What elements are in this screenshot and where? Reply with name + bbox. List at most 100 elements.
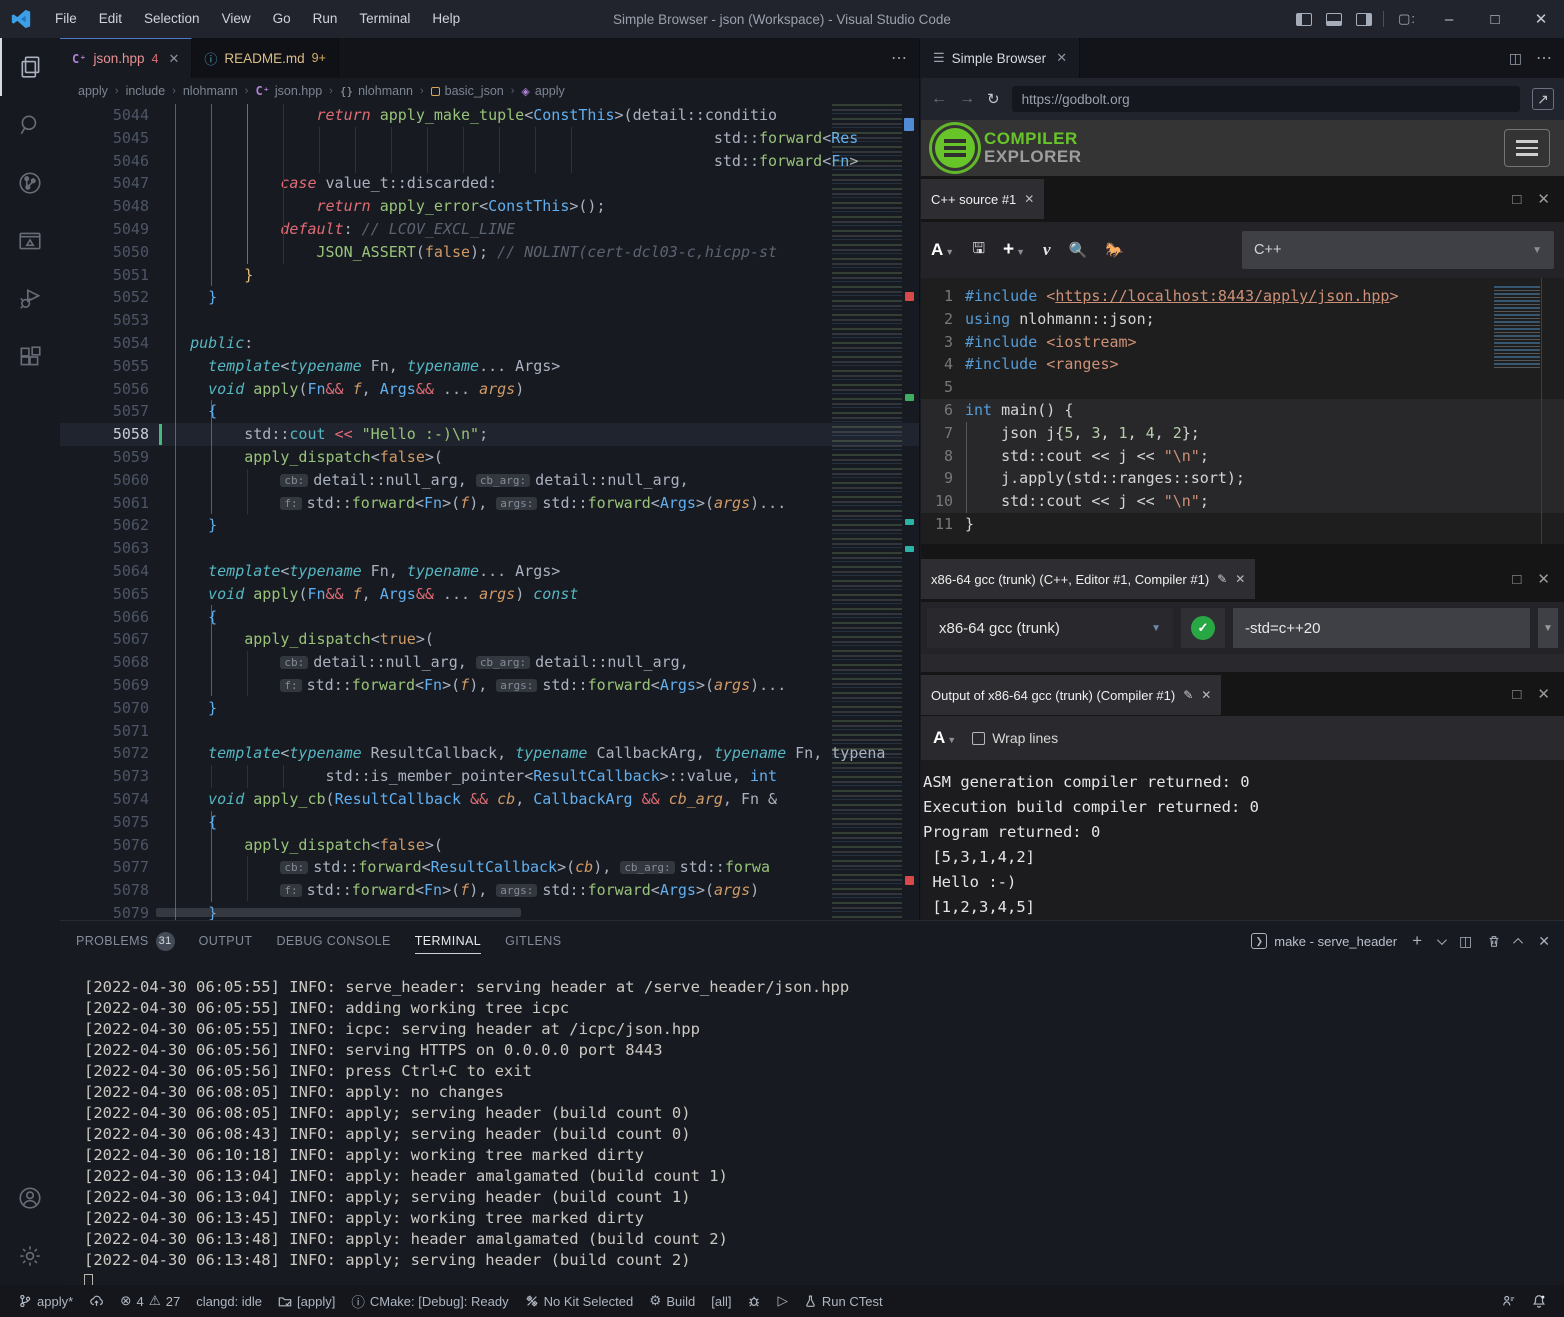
minimap[interactable]: [832, 104, 902, 920]
build-target-item[interactable]: [all]: [703, 1285, 739, 1317]
menu-help[interactable]: Help: [421, 0, 471, 38]
tab-problems[interactable]: PROBLEMS 31: [76, 921, 175, 961]
hamburger-menu-icon[interactable]: [1504, 129, 1550, 167]
cmake-icon[interactable]: [0, 212, 60, 270]
tab-output[interactable]: OUTPUT: [199, 921, 253, 961]
toggle-sidebar-icon[interactable]: [1296, 13, 1312, 26]
source-minimap[interactable]: [1494, 286, 1540, 368]
chevron-down-icon[interactable]: ▼: [1538, 608, 1558, 648]
reload-icon[interactable]: ↻: [987, 90, 1000, 108]
settings-gear-icon[interactable]: [0, 1227, 60, 1285]
tab-terminal[interactable]: TERMINAL: [415, 921, 481, 961]
url-input[interactable]: https://godbolt.org: [1012, 86, 1520, 112]
feedback-item[interactable]: [1493, 1285, 1524, 1317]
back-icon[interactable]: ←: [931, 90, 947, 108]
edit-icon[interactable]: ✎: [1217, 572, 1227, 586]
source-scrollbar[interactable]: [1541, 278, 1542, 544]
add-pane-button[interactable]: +▼: [1003, 239, 1025, 261]
breadcrumb-item[interactable]: basic_json: [445, 84, 504, 98]
clangd-status-item[interactable]: clangd: idle: [188, 1285, 270, 1317]
more-actions-icon[interactable]: ⋯: [891, 48, 907, 68]
close-tab-icon[interactable]: ✕: [168, 51, 179, 67]
close-tab-icon[interactable]: ✕: [1056, 50, 1067, 66]
kill-terminal-icon[interactable]: [1487, 934, 1501, 948]
problems-item[interactable]: ⊗ 4 ⚠ 27: [112, 1285, 188, 1317]
terminal[interactable]: [2022-04-30 06:05:55] INFO: serve_header…: [84, 963, 1554, 1285]
git-branch-item[interactable]: apply*: [10, 1285, 81, 1317]
font-size-button[interactable]: A▼: [933, 728, 956, 748]
close-pane-icon[interactable]: ✕: [1537, 190, 1550, 208]
menu-view[interactable]: View: [211, 0, 262, 38]
launch-item[interactable]: ▷: [769, 1285, 795, 1317]
font-size-button[interactable]: A▼: [931, 240, 954, 260]
extensions-icon[interactable]: [0, 328, 60, 386]
tab-debug-console[interactable]: DEBUG CONSOLE: [276, 921, 390, 961]
tab-simple-browser[interactable]: ☰ Simple Browser ✕: [921, 38, 1080, 78]
breadcrumb-item[interactable]: nlohmann: [183, 84, 238, 98]
cmake-status-item[interactable]: ⓘ CMake: [Debug]: Ready: [343, 1285, 516, 1317]
maximize-panel-icon[interactable]: [1513, 937, 1523, 947]
code-editor[interactable]: 5044 return apply_make_tuple<ConstThis>(…: [60, 104, 919, 920]
terminal-session[interactable]: ❯ make - serve_header: [1251, 933, 1397, 949]
notifications-item[interactable]: [1524, 1285, 1554, 1317]
maximize-pane-icon[interactable]: □: [1512, 191, 1521, 208]
search-icon[interactable]: [0, 96, 60, 154]
godbolt-source-editor[interactable]: 1#include <https://localhost:8443/apply/…: [921, 278, 1564, 544]
split-editor-icon[interactable]: ◫: [1509, 50, 1522, 67]
horizontal-scrollbar[interactable]: [156, 908, 521, 917]
breadcrumb[interactable]: apply› include› nlohmann› C⁺ json.hpp› {…: [60, 78, 919, 104]
compiler-options-input[interactable]: -std=c++20: [1233, 608, 1530, 648]
close-pane-icon[interactable]: ✕: [1537, 685, 1550, 703]
maximize-pane-icon[interactable]: □: [1512, 686, 1521, 703]
breadcrumb-item[interactable]: json.hpp: [275, 84, 322, 98]
debug-item[interactable]: [739, 1285, 769, 1317]
compiler-pane-tab[interactable]: x86-64 gcc (trunk) (C++, Editor #1, Comp…: [921, 559, 1255, 599]
explorer-icon[interactable]: [0, 38, 60, 96]
project-item[interactable]: [apply]: [270, 1285, 343, 1317]
wrap-lines-checkbox[interactable]: [972, 732, 985, 745]
edit-icon[interactable]: ✎: [1183, 688, 1193, 702]
breadcrumb-item[interactable]: nlohmann: [358, 84, 413, 98]
menu-selection[interactable]: Selection: [133, 0, 211, 38]
sync-changes-item[interactable]: [81, 1285, 112, 1317]
compiler-explorer-logo[interactable]: COMPILER EXPLORER: [984, 130, 1082, 166]
maximize-pane-icon[interactable]: □: [1512, 571, 1521, 588]
menu-go[interactable]: Go: [262, 0, 302, 38]
forward-icon[interactable]: →: [959, 90, 975, 108]
tab-json-hpp[interactable]: C⁺ json.hpp 4 ✕: [60, 38, 192, 78]
source-control-icon[interactable]: [0, 154, 60, 212]
menu-file[interactable]: File: [44, 0, 88, 38]
test-debug-icon[interactable]: [0, 270, 60, 328]
close-icon[interactable]: ✕: [1024, 192, 1034, 206]
close-panel-icon[interactable]: ✕: [1538, 933, 1550, 950]
menu-edit[interactable]: Edit: [88, 0, 133, 38]
overview-ruler[interactable]: [902, 104, 919, 920]
close-pane-icon[interactable]: ✕: [1537, 570, 1550, 588]
minimize-button[interactable]: –: [1426, 0, 1472, 38]
breadcrumb-item[interactable]: apply: [78, 84, 108, 98]
tab-readme-md[interactable]: ⓘ README.md 9+: [192, 38, 339, 78]
kit-item[interactable]: No Kit Selected: [517, 1285, 642, 1317]
open-external-icon[interactable]: ↗: [1532, 88, 1554, 110]
close-icon[interactable]: ✕: [1201, 688, 1211, 702]
save-icon[interactable]: 🖫: [972, 238, 985, 263]
menu-run[interactable]: Run: [302, 0, 349, 38]
vim-mode-icon[interactable]: v: [1043, 240, 1051, 260]
new-terminal-icon[interactable]: +: [1412, 931, 1422, 951]
customize-layout-icon[interactable]: ▢:: [1398, 11, 1416, 27]
close-button[interactable]: ✕: [1518, 0, 1564, 38]
breadcrumb-item[interactable]: apply: [535, 84, 565, 98]
source-pane-tab[interactable]: C++ source #1 ✕: [921, 179, 1044, 219]
compiler-select[interactable]: x86-64 gcc (trunk) ▼: [927, 608, 1173, 648]
menu-terminal[interactable]: Terminal: [348, 0, 421, 38]
account-icon[interactable]: [0, 1169, 60, 1227]
ctest-item[interactable]: Run CTest: [796, 1285, 891, 1317]
build-item[interactable]: ⚙ Build: [641, 1285, 703, 1317]
toggle-panel-icon[interactable]: [1326, 13, 1342, 26]
maximize-button[interactable]: □: [1472, 0, 1518, 38]
cppinsights-icon[interactable]: 🐎: [1105, 241, 1124, 259]
toggle-secondary-sidebar-icon[interactable]: [1356, 13, 1372, 26]
close-icon[interactable]: ✕: [1235, 572, 1245, 586]
compiler-output[interactable]: ASM generation compiler returned: 0Execu…: [921, 760, 1564, 920]
more-actions-icon[interactable]: ⋯: [1536, 48, 1552, 68]
